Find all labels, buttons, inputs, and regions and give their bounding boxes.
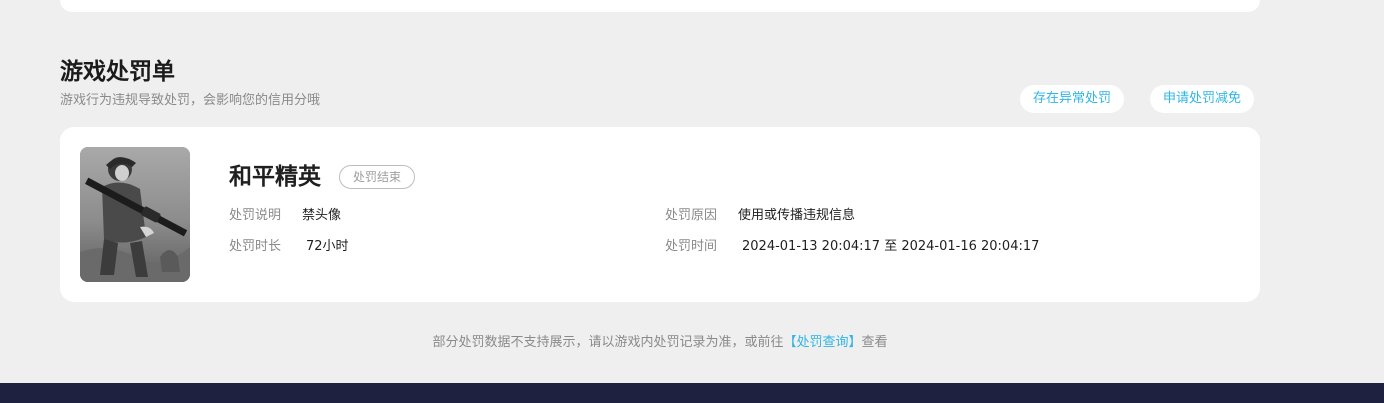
penalty-time-value: 2024-01-13 20:04:17 至 2024-01-16 20:04:1… [742,239,1040,254]
footer-note-suffix: 查看 [861,335,888,350]
penalty-description-label: 处罚说明 [229,208,282,223]
penalty-page: 游戏处罚单 游戏行为违规导致处罚，会影响您的信用分哦 存在异常处罚 申请处罚减免 [0,0,1384,403]
penalty-time-label: 处罚时间 [665,239,718,254]
status-badge: 处罚结束 [339,165,416,189]
game-name: 和平精英 [229,164,321,190]
footer-bar [0,383,1384,403]
report-abnormal-penalty-button[interactable]: 存在异常处罚 [1020,85,1125,113]
apply-penalty-reduction-button[interactable]: 申请处罚减免 [1150,85,1255,113]
penalty-duration-label: 处罚时长 [229,239,282,254]
footer-note-text: 部分处罚数据不支持展示，请以游戏内处罚记录为准，或前往 [432,335,784,350]
section-title: 游戏处罚单 [60,59,175,85]
penalty-reason-value: 使用或传播违规信息 [738,208,856,223]
game-cover-image [80,147,190,282]
penalty-reason-label: 处罚原因 [665,208,718,223]
previous-card [60,0,1260,12]
penalty-description-value: 禁头像 [302,208,342,223]
game-thumbnail [80,147,190,282]
section-subtitle: 游戏行为违规导致处罚，会影响您的信用分哦 [60,93,321,108]
penalty-duration-value: 72小时 [306,239,349,254]
penalty-card: 和平精英 处罚结束 处罚说明 禁头像 处罚时长 72小时 处罚原因 使用或传播违… [60,127,1260,302]
footer-note: 部分处罚数据不支持展示，请以游戏内处罚记录为准，或前往【处罚查询】查看 [0,333,1320,353]
penalty-query-link[interactable]: 【处罚查询】 [783,335,861,350]
